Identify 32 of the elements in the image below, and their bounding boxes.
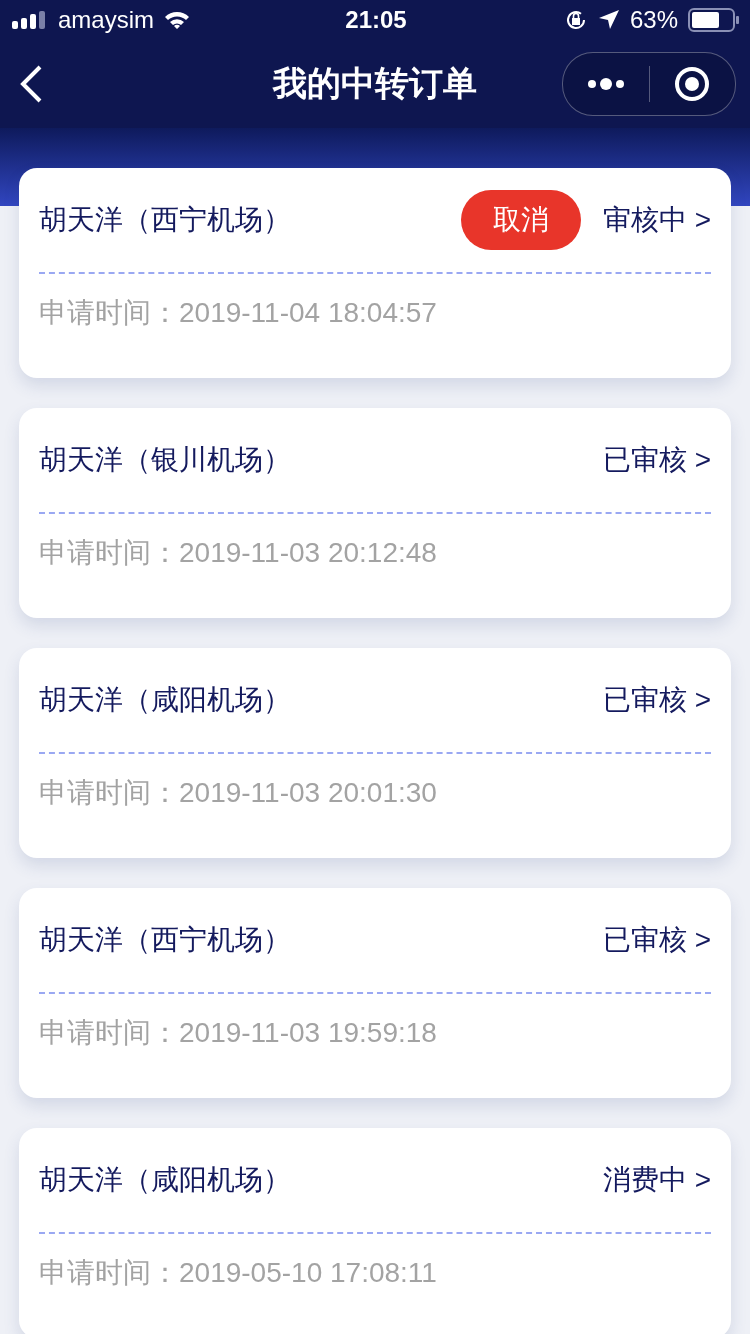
passenger-airport: 胡天洋（西宁机场） (39, 923, 292, 957)
order-card[interactable]: 胡天洋（西宁机场） 取消 审核中 > 申请时间：2019-11-04 18:04:57 (19, 168, 731, 378)
passenger-airport: 胡天洋（西宁机场） (39, 203, 292, 237)
apply-time: 申请时间：2019-11-03 20:01:30 (39, 776, 438, 810)
cancel-button[interactable]: 取消 (460, 190, 581, 250)
status-link[interactable]: 消费中 > (602, 1161, 711, 1199)
passenger-airport: 胡天洋（咸阳机场） (39, 683, 292, 717)
passenger-airport: 胡天洋（银川机场） (39, 443, 292, 477)
order-card[interactable]: 胡天洋（西宁机场） 已审核 > 申请时间：2019-11-03 19:59:18 (19, 888, 731, 1098)
back-icon (18, 64, 44, 104)
location-arrow-icon (597, 9, 620, 31)
status-link[interactable]: 已审核 > (602, 921, 711, 959)
status-link[interactable]: 审核中 > (602, 201, 711, 239)
clock-time: 21:05 (345, 6, 407, 34)
wifi-icon (164, 10, 190, 30)
signal-icon (12, 11, 48, 29)
order-card[interactable]: 胡天洋（咸阳机场） 消费中 > 申请时间：2019-05-10 17:08:11 (19, 1128, 731, 1334)
battery-icon (688, 8, 740, 32)
page-title: 我的中转订单 (273, 63, 477, 104)
status-link[interactable]: 已审核 > (602, 441, 711, 479)
target-icon (674, 66, 711, 102)
apply-time: 申请时间：2019-11-04 18:04:57 (39, 296, 438, 330)
passenger-airport: 胡天洋（咸阳机场） (39, 1163, 292, 1197)
apply-time: 申请时间：2019-11-03 20:12:48 (39, 536, 438, 570)
apply-time: 申请时间：2019-11-03 19:59:18 (39, 1016, 438, 1050)
battery-percent: 63% (629, 6, 678, 34)
more-icon (585, 76, 626, 92)
status-link[interactable]: 已审核 > (602, 681, 711, 719)
carrier-name: amaysim (58, 6, 154, 34)
order-card[interactable]: 胡天洋（咸阳机场） 已审核 > 申请时间：2019-11-03 20:01:30 (19, 648, 731, 858)
order-card[interactable]: 胡天洋（银川机场） 已审核 > 申请时间：2019-11-03 20:12:48 (19, 408, 731, 618)
apply-time: 申请时间：2019-05-10 17:08:11 (39, 1256, 438, 1290)
